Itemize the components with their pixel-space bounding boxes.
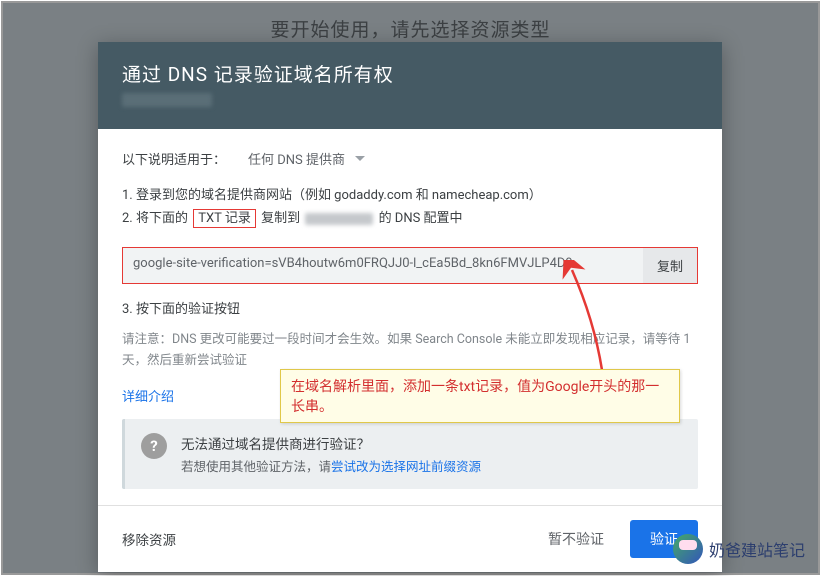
warn-sub: 若想使用其他验证方法，请尝试改为选择网址前缀资源 — [181, 456, 481, 475]
warn-box: ? 无法通过域名提供商进行验证？ 若想使用其他验证方法，请尝试改为选择网址前缀资… — [122, 419, 698, 489]
chevron-down-icon — [355, 156, 365, 161]
watermark: 奶爸建站笔记 — [673, 534, 805, 564]
copy-button[interactable]: 复制 — [643, 248, 697, 283]
watermark-icon — [673, 534, 703, 564]
annotation-callout: 在域名解析里面，添加一条txt记录，值为Google开头的那一长串。 — [280, 369, 680, 423]
watermark-text: 奶爸建站笔记 — [709, 537, 805, 561]
dns-note: 请注意：DNS 更改可能要过一段时间才会生效。如果 Search Console… — [122, 329, 698, 372]
step-1: 1. 登录到您的域名提供商网站（例如 godaddy.com 和 nameche… — [122, 184, 698, 207]
dialog-domain-blurred — [122, 93, 212, 107]
txt-record-container: google-site-verification=sVB4houtw6m0FRQ… — [122, 247, 698, 284]
dns-verify-dialog: 通过 DNS 记录验证域名所有权 以下说明适用于： 任何 DNS 提供商 1. … — [98, 42, 722, 572]
remove-resource-link[interactable]: 移除资源 — [122, 529, 176, 549]
warn-link[interactable]: 尝试改为选择网址前缀资源 — [331, 460, 481, 475]
warn-title: 无法通过域名提供商进行验证？ — [181, 433, 481, 453]
provider-row: 以下说明适用于： 任何 DNS 提供商 — [122, 149, 698, 168]
dialog-footer: 移除资源 暂不验证 验证 — [98, 505, 722, 572]
dialog-body: 以下说明适用于： 任何 DNS 提供商 1. 登录到您的域名提供商网站（例如 g… — [98, 129, 722, 505]
step-2-suffix: 的 DNS 配置中 — [379, 211, 463, 226]
txt-record-highlight: TXT 记录 — [193, 209, 256, 228]
step-3: 3. 按下面的验证按钮 — [122, 298, 698, 321]
step-2: 2. 将下面的 TXT 记录 复制到 的 DNS 配置中 — [122, 207, 698, 230]
skip-button[interactable]: 暂不验证 — [534, 521, 618, 557]
question-icon: ? — [141, 433, 167, 459]
provider-dropdown[interactable]: 任何 DNS 提供商 — [248, 149, 365, 168]
warn-content: 无法通过域名提供商进行验证？ 若想使用其他验证方法，请尝试改为选择网址前缀资源 — [181, 433, 481, 475]
txt-record-value[interactable]: google-site-verification=sVB4houtw6m0FRQ… — [123, 248, 643, 283]
dialog-header: 通过 DNS 记录验证域名所有权 — [98, 42, 722, 129]
detail-link[interactable]: 详细介绍 — [122, 386, 174, 405]
warn-sub-prefix: 若想使用其他验证方法，请 — [181, 460, 331, 475]
backdrop-heading: 要开始使用，请先选择资源类型 — [3, 15, 818, 42]
dialog-title: 通过 DNS 记录验证域名所有权 — [122, 60, 698, 87]
provider-selected-value: 任何 DNS 提供商 — [248, 149, 345, 168]
provider-label: 以下说明适用于： — [122, 149, 226, 168]
step-2-mid: 复制到 — [261, 211, 300, 226]
step-2-prefix: 2. 将下面的 — [122, 211, 188, 226]
domain-blurred — [305, 213, 373, 225]
